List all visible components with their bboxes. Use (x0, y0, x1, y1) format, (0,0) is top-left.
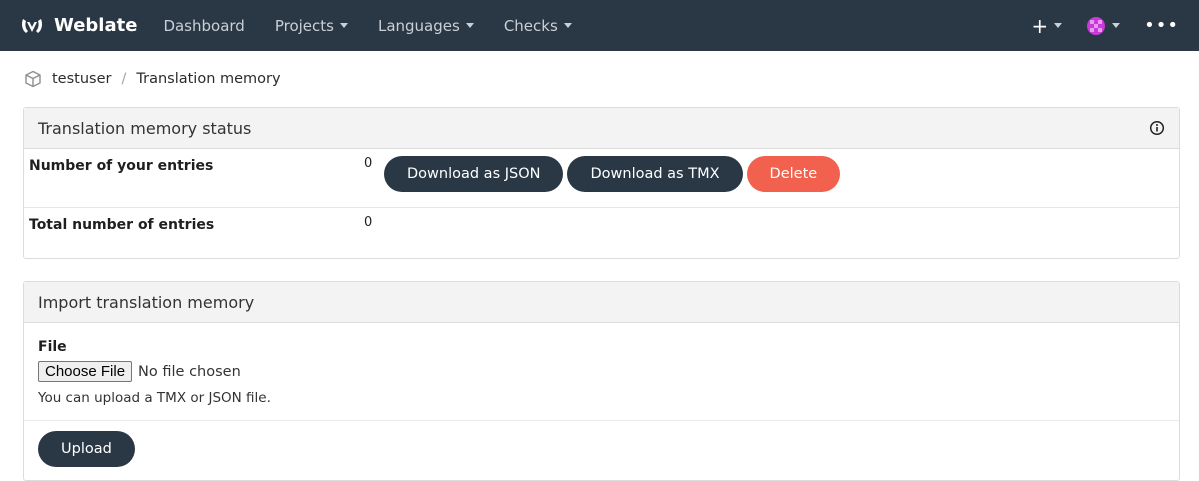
row-value-cell: 0 Download as JSON Download as TMX Delet… (359, 149, 1179, 208)
import-panel-heading: Import translation memory (24, 282, 1179, 323)
user-avatar-icon (1087, 16, 1106, 35)
status-panel-heading: Translation memory status (24, 108, 1179, 149)
breadcrumb: testuser / Translation memory (0, 51, 1199, 107)
brand[interactable]: Weblate (20, 15, 137, 36)
nav-projects[interactable]: Projects (275, 17, 348, 35)
delete-button[interactable]: Delete (746, 156, 841, 192)
status-table: Number of your entries 0 Download as JSO… (24, 149, 1179, 258)
row-value-container: 0 (359, 208, 1179, 230)
plus-icon: + (1031, 13, 1049, 38)
breadcrumb-user[interactable]: testuser (52, 71, 111, 87)
info-icon[interactable] (1149, 120, 1165, 136)
choose-file-button[interactable]: Choose File (38, 361, 133, 382)
download-json-button[interactable]: Download as JSON (384, 156, 564, 192)
caret-down-icon (1112, 23, 1121, 28)
add-menu[interactable]: + (1031, 13, 1063, 38)
row-value: 0 (364, 156, 373, 171)
file-field-label: File (38, 339, 67, 355)
table-row: Total number of entries 0 (24, 208, 1179, 259)
more-menu[interactable]: ••• (1144, 15, 1179, 36)
upload-button[interactable]: Upload (38, 431, 135, 467)
brand-name: Weblate (54, 15, 138, 36)
import-panel-title: Import translation memory (38, 292, 255, 312)
row-value-cell: 0 (359, 208, 1179, 259)
weblate-logo-icon (22, 18, 42, 33)
user-menu[interactable] (1086, 16, 1121, 36)
translation-memory-status-panel: Translation memory status Number of your… (23, 107, 1180, 259)
nav-dashboard-label: Dashboard (163, 16, 245, 35)
nav-checks-label: Checks (503, 16, 558, 35)
caret-down-icon (339, 23, 348, 28)
nav-projects-label: Projects (274, 16, 334, 35)
row-label: Total number of entries (29, 217, 215, 233)
nav-languages-label: Languages (377, 16, 460, 35)
status-panel-title: Translation memory status (38, 118, 252, 138)
cube-icon (25, 70, 41, 88)
caret-down-icon (465, 23, 474, 28)
caret-down-icon (563, 23, 572, 28)
nav-checks[interactable]: Checks (504, 17, 572, 35)
import-panel-footer: Upload (24, 420, 1179, 480)
import-translation-memory-panel: Import translation memory File Choose Fi… (23, 281, 1180, 481)
breadcrumb-separator: / (121, 71, 127, 87)
nav-dashboard[interactable]: Dashboard (163, 17, 244, 35)
download-tmx-button[interactable]: Download as TMX (567, 156, 743, 192)
nav-right: + ••• (1007, 0, 1179, 51)
top-navbar: Weblate Dashboard Projects Languages Che… (0, 0, 1199, 51)
table-row: Number of your entries 0 Download as JSO… (24, 149, 1179, 208)
row-value: 0 (364, 215, 373, 230)
nav-languages[interactable]: Languages (378, 17, 474, 35)
import-panel-body: File Choose File No file chosen You can … (24, 323, 1179, 420)
breadcrumb-current-page[interactable]: Translation memory (136, 71, 280, 87)
row-value-container: 0 Download as JSON Download as TMX Delet… (359, 149, 1179, 192)
caret-down-icon (1054, 23, 1063, 28)
file-input[interactable]: Choose File No file chosen (38, 361, 1165, 382)
file-status-text: No file chosen (138, 363, 241, 380)
file-help-text: You can upload a TMX or JSON file. (38, 390, 271, 406)
ellipsis-icon: ••• (1144, 15, 1179, 36)
row-label: Number of your entries (24, 149, 359, 208)
